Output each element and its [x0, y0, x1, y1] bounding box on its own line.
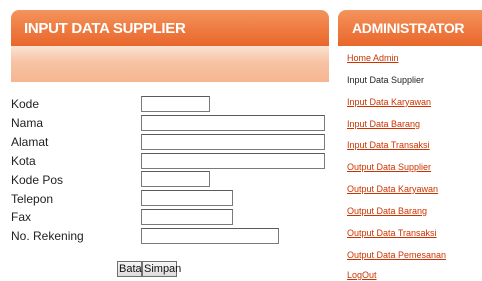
nama-field[interactable]	[141, 115, 325, 131]
main-panel-subheader	[11, 46, 329, 82]
page-title: INPUT DATA SUPPLIER	[24, 20, 186, 37]
kode-field[interactable]	[141, 96, 210, 112]
label-telepon: Telepon	[11, 192, 54, 206]
sidebar-item-output-data-pemesanan[interactable]: Output Data Pemesanan	[347, 250, 446, 261]
sidebar-item-input-data-supplier: Input Data Supplier	[347, 75, 425, 85]
save-button[interactable]: Simpan	[142, 261, 181, 277]
label-alamat: Alamat	[11, 135, 49, 149]
telepon-field[interactable]	[141, 190, 233, 206]
sidebar-item-input-data-barang[interactable]: Input Data Barang	[347, 119, 420, 130]
sidebar-item-home-admin[interactable]: Home Admin	[347, 53, 399, 64]
cancel-button[interactable]: Batal	[117, 261, 144, 277]
label-nama: Nama	[11, 116, 44, 130]
sidebar-item-output-data-karyawan[interactable]: Output Data Karyawan	[347, 184, 438, 195]
alamat-field[interactable]	[141, 134, 325, 150]
fax-field[interactable]	[141, 209, 233, 225]
sidebar-item-input-data-karyawan[interactable]: Input Data Karyawan	[347, 97, 431, 108]
main-panel-header: INPUT DATA SUPPLIER	[11, 10, 329, 46]
sidebar-item-output-data-transaksi[interactable]: Output Data Transaksi	[347, 228, 437, 239]
label-fax: Fax	[11, 210, 32, 224]
label-no-rekening: No. Rekening	[11, 229, 84, 243]
sidebar-title: ADMINISTRATOR	[352, 20, 465, 36]
sidebar-item-output-data-supplier[interactable]: Output Data Supplier	[347, 162, 431, 173]
kode-pos-field[interactable]	[141, 171, 210, 187]
label-kode-pos: Kode Pos	[11, 173, 64, 187]
sidebar-item-input-data-transaksi[interactable]: Input Data Transaksi	[347, 140, 430, 151]
sidebar-item-output-data-barang[interactable]: Output Data Barang	[347, 206, 427, 217]
label-kode: Kode	[11, 97, 40, 111]
kota-field[interactable]	[141, 153, 325, 169]
no-rekening-field[interactable]	[141, 228, 279, 244]
sidebar-header: ADMINISTRATOR	[338, 10, 482, 46]
label-kota: Kota	[11, 154, 36, 168]
